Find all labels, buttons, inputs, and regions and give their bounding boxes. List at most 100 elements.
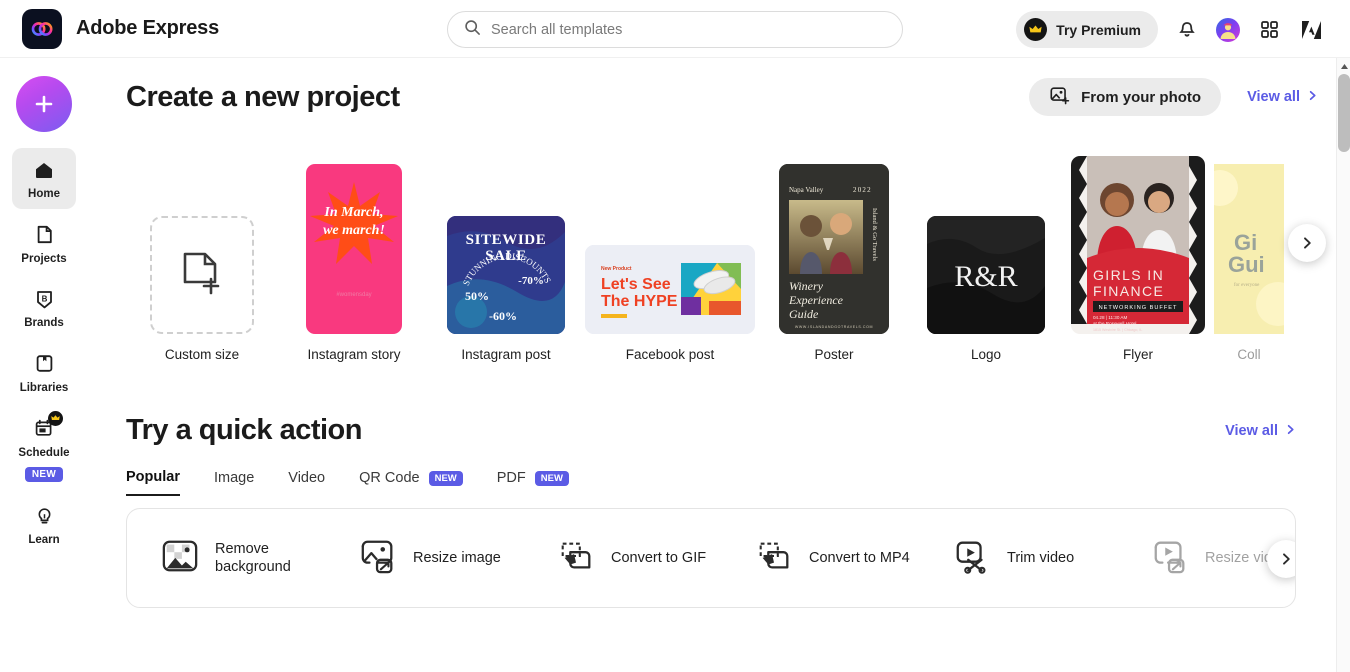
poster-title-1: Winery [789,279,824,293]
view-all-label: View all [1225,422,1278,439]
adobe-logo-icon[interactable] [1298,17,1324,43]
sidebar-item-projects[interactable]: Projects [12,213,76,274]
template-card-poster[interactable]: Napa Valley 2022 Island & Go Travels Win… [758,164,910,362]
quick-action-label: Convert to MP4 [809,549,910,566]
sidebar-item-schedule[interactable]: Schedule NEW [12,407,76,491]
tab-qr-code[interactable]: QR Code NEW [359,470,463,495]
template-card-logo[interactable]: R&R Logo [910,216,1062,362]
resize-video-icon [1151,537,1189,580]
create-project-header: Create a new project From your photo Vie… [126,78,1318,116]
template-label: Poster [814,347,854,362]
instagram-story-hashtag: #womensday [336,292,371,298]
quick-action-convert-to-gif[interactable]: Convert to GIF [557,537,755,580]
instagram-story-thumbnail: In March, we march! #womensday [306,164,402,334]
templates-view-all-link[interactable]: View all [1247,89,1318,105]
resize-image-icon [359,537,397,580]
collage-thumbnail: Gi Gui for everyone [1214,164,1284,334]
template-label: Instagram post [461,347,551,362]
facebook-post-line2: The HYPE [601,293,678,310]
instagram-post-discount-3: -60% [489,309,517,323]
page-scrollbar[interactable] [1336,58,1350,672]
sidebar-item-home[interactable]: Home [12,148,76,209]
quick-action-label: Trim video [1007,549,1075,566]
trim-video-icon [953,537,991,580]
quick-action-resize-image[interactable]: Resize image [359,537,557,580]
quick-action-trim-video[interactable]: Trim video [953,537,1151,580]
quick-action-remove-background[interactable]: Remove background [161,537,359,580]
template-carousel: Custom size In March, we march! #womensd… [126,152,1338,362]
brand-home-link[interactable]: Adobe Express [22,8,219,49]
tab-image[interactable]: Image [214,470,254,495]
top-bar: Adobe Express Try Premium [0,0,1350,58]
instagram-post-discount-2: 50% [465,289,489,303]
search-input[interactable] [491,21,886,38]
flyer-line2: FINANCE [1093,283,1164,299]
chevron-right-icon [1307,89,1318,105]
tab-video[interactable]: Video [288,470,325,495]
crown-icon [48,410,63,426]
collage-sub: for everyone [1234,283,1260,288]
scrollbar-thumb[interactable] [1338,74,1350,152]
flyer-date: 04.28 | 11:30 AM [1093,315,1127,320]
tab-label: QR Code [359,470,420,486]
quick-actions-view-all-link[interactable]: View all [1225,423,1296,439]
quick-actions-tabs: Popular Image Video QR Code NEW PDF NEW [126,469,1338,496]
templates-next-button[interactable] [1288,224,1326,262]
try-premium-label: Try Premium [1056,21,1141,38]
quick-actions-section: Try a quick action View all Popular Imag… [126,414,1338,608]
search-bar[interactable] [447,11,903,48]
tab-pdf[interactable]: PDF NEW [497,470,569,495]
logo-monogram: R&R [954,260,1017,293]
flyer-line1: GIRLS IN [1093,267,1164,283]
instagram-post-line1: SITEWIDE [466,232,547,248]
image-plus-icon [1049,85,1070,109]
template-card-flyer[interactable]: GIRLS IN FINANCE NETWORKING BUFFET 04.28… [1062,156,1214,362]
sidebar-item-libraries[interactable]: Libraries [12,342,76,403]
quick-actions-list: Remove background Resize image Convert t… [126,508,1296,608]
quick-action-convert-to-mp4[interactable]: Convert to MP4 [755,537,953,580]
from-your-photo-button[interactable]: From your photo [1029,78,1222,116]
flyer-banner: NETWORKING BUFFET [1099,305,1178,311]
flyer-address: 1815 Westvire St. | Chicago, IL [1093,328,1142,332]
sidebar-item-brands[interactable]: B Brands [12,277,76,338]
sidebar-item-label: Brands [24,317,64,330]
instagram-post-thumbnail: SITEWIDE SALE STUNNING DISCOUNTS -70% 50… [447,216,565,334]
app-grid-icon[interactable] [1256,17,1282,43]
poster-url: WWW.ISLANDANDGOTRAVELS.COM [795,325,873,329]
top-bar-actions: Try Premium [1016,11,1324,48]
template-card-custom-size[interactable]: Custom size [126,216,278,362]
try-premium-button[interactable]: Try Premium [1016,11,1158,48]
sidebar: Home Projects B Brands Libraries Schedul… [0,58,88,672]
adobe-express-logo-icon [22,8,62,49]
instagram-story-line1: In March, [323,205,383,220]
bell-icon[interactable] [1174,17,1200,43]
template-label: Instagram story [307,347,401,362]
template-card-collage[interactable]: Gi Gui for everyone Coll [1214,164,1284,362]
tab-label: Image [213,470,255,486]
facebook-post-line1: Let's See [601,276,671,293]
sidebar-item-learn[interactable]: Learn [12,494,76,555]
tab-popular[interactable]: Popular [126,469,180,496]
template-card-instagram-post[interactable]: SITEWIDE SALE STUNNING DISCOUNTS -70% 50… [430,216,582,362]
template-card-instagram-story[interactable]: In March, we march! #womensday Instagram… [278,164,430,362]
create-new-button[interactable] [16,76,72,132]
quick-actions-title: Try a quick action [126,414,362,446]
sidebar-item-label: Learn [28,534,60,547]
bulb-icon [31,503,57,529]
scroll-up-arrow-icon[interactable] [1337,60,1350,72]
page-title: Create a new project [126,80,400,113]
tab-label: Popular [126,469,180,485]
template-label: Coll [1237,347,1261,362]
facebook-post-thumbnail: New Product Let's See The HYPE [585,245,755,334]
poster-side-text: Island & Go Travels [871,208,878,261]
sidebar-item-label: Schedule [18,446,70,459]
logo-thumbnail: R&R [927,216,1045,334]
template-card-facebook-post[interactable]: New Product Let's See The HYPE Facebook … [582,245,758,362]
chevron-right-icon [1283,553,1290,565]
home-icon [31,157,57,183]
template-label: Custom size [164,347,240,362]
convert-mp4-icon [755,537,793,580]
poster-title-2: Experience [788,293,844,307]
user-avatar[interactable] [1216,17,1240,42]
remove-background-icon [161,537,199,580]
